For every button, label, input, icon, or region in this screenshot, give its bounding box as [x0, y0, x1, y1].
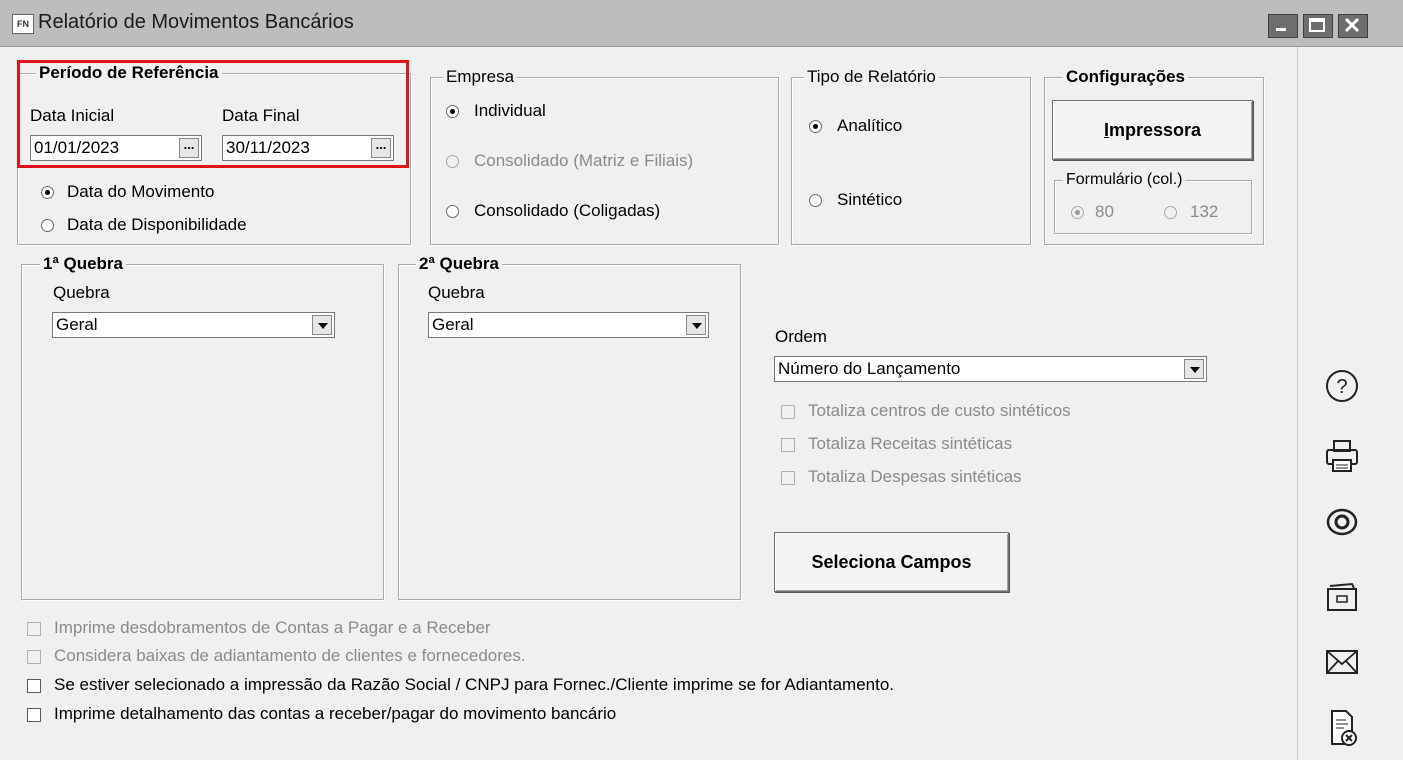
quebra1-select[interactable]: Geral [52, 312, 335, 338]
radio-sintetico[interactable] [809, 194, 822, 207]
impressora-label: mpressora [1108, 120, 1202, 140]
minimize-icon [1276, 28, 1286, 31]
cb-baixas-adiantamento-label: Considera baixas de adiantamento de clie… [54, 646, 526, 665]
printer-icon[interactable] [1318, 436, 1366, 476]
quebra1-label: Quebra [53, 283, 110, 302]
close-icon [1344, 18, 1360, 32]
tipo-relatorio-legend: Tipo de Relatório [804, 67, 939, 87]
cb-receitas[interactable] [781, 438, 795, 452]
radio-data-disponibilidade-label: Data de Disponibilidade [67, 215, 247, 234]
cb-despesas[interactable] [781, 471, 795, 485]
formulario-legend: Formulário (col.) [1063, 170, 1186, 190]
radio-individual-label: Individual [474, 101, 546, 120]
radio-data-movimento-label: Data do Movimento [67, 182, 215, 201]
maximize-button[interactable] [1303, 14, 1333, 38]
quebra1-legend: 1ª Quebra [40, 254, 126, 274]
seleciona-campos-button[interactable]: Seleciona Campos [774, 532, 1009, 592]
formulario-group: Formulário (col.) [1054, 170, 1252, 234]
radio-analitico-label: Analítico [837, 116, 903, 135]
cb-baixas-adiantamento[interactable] [27, 650, 41, 664]
highlight-box [17, 60, 409, 168]
cb-razao-social-label: Se estiver selecionado a impressão da Ra… [54, 675, 895, 694]
radio-consolidado-coligadas-label: Consolidado (Coligadas) [474, 201, 661, 220]
radio-80[interactable] [1071, 206, 1084, 219]
svg-text:?: ? [1336, 376, 1347, 398]
cb-detalhamento[interactable] [27, 708, 41, 722]
quebra1-value: Geral [56, 315, 98, 334]
help-icon[interactable]: ? [1318, 366, 1366, 406]
quebra2-value: Geral [432, 315, 474, 334]
file-cabinet-icon[interactable] [1318, 576, 1366, 616]
radio-individual[interactable] [446, 105, 459, 118]
cb-receitas-label: Totaliza Receitas sintéticas [808, 434, 1013, 453]
chevron-down-icon[interactable] [312, 315, 332, 335]
maximize-icon [1309, 18, 1325, 32]
app-logo-icon: FN [12, 14, 34, 34]
cb-desdobramentos-label: Imprime desdobramentos de Contas a Pagar… [54, 618, 491, 637]
cb-razao-social[interactable] [27, 679, 41, 693]
radio-data-disponibilidade[interactable] [41, 219, 54, 232]
radio-80-label: 80 [1095, 202, 1114, 221]
tipo-relatorio-group: Tipo de Relatório [791, 67, 1031, 245]
close-button[interactable] [1338, 14, 1368, 38]
report-close-icon[interactable] [1318, 708, 1366, 748]
radio-132[interactable] [1164, 206, 1177, 219]
radio-132-label: 132 [1190, 202, 1219, 221]
radio-consolidado-coligadas[interactable] [446, 205, 459, 218]
preview-eye-icon[interactable] [1318, 502, 1366, 542]
ordem-value: Número do Lançamento [778, 359, 961, 378]
ordem-select[interactable]: Número do Lançamento [774, 356, 1207, 382]
configuracoes-legend: Configurações [1063, 67, 1189, 87]
cb-centros-custo[interactable] [781, 405, 795, 419]
email-icon[interactable] [1318, 642, 1366, 682]
title-bar: FN Relatório de Movimentos Bancários [0, 0, 1403, 47]
cb-desdobramentos[interactable] [27, 622, 41, 636]
impressora-button[interactable]: Impressora [1052, 100, 1253, 160]
quebra2-legend: 2ª Quebra [416, 254, 502, 274]
radio-sintetico-label: Sintético [837, 190, 903, 209]
radio-data-movimento[interactable] [41, 186, 54, 199]
radio-consolidado-matriz[interactable] [446, 155, 459, 168]
cb-despesas-label: Totaliza Despesas sintéticas [808, 467, 1022, 486]
empresa-legend: Empresa [443, 67, 518, 87]
minimize-button[interactable] [1268, 14, 1298, 38]
chevron-down-icon[interactable] [1184, 359, 1204, 379]
cb-centros-custo-label: Totaliza centros de custo sintéticos [808, 401, 1071, 420]
cb-detalhamento-label: Imprime detalhamento das contas a recebe… [54, 704, 617, 723]
radio-consolidado-matriz-label: Consolidado (Matriz e Filiais) [474, 151, 694, 170]
quebra2-select[interactable]: Geral [428, 312, 709, 338]
ordem-label: Ordem [775, 327, 827, 346]
quebra2-label: Quebra [428, 283, 485, 302]
chevron-down-icon[interactable] [686, 315, 706, 335]
radio-analitico[interactable] [809, 120, 822, 133]
window-title: Relatório de Movimentos Bancários [38, 11, 354, 33]
